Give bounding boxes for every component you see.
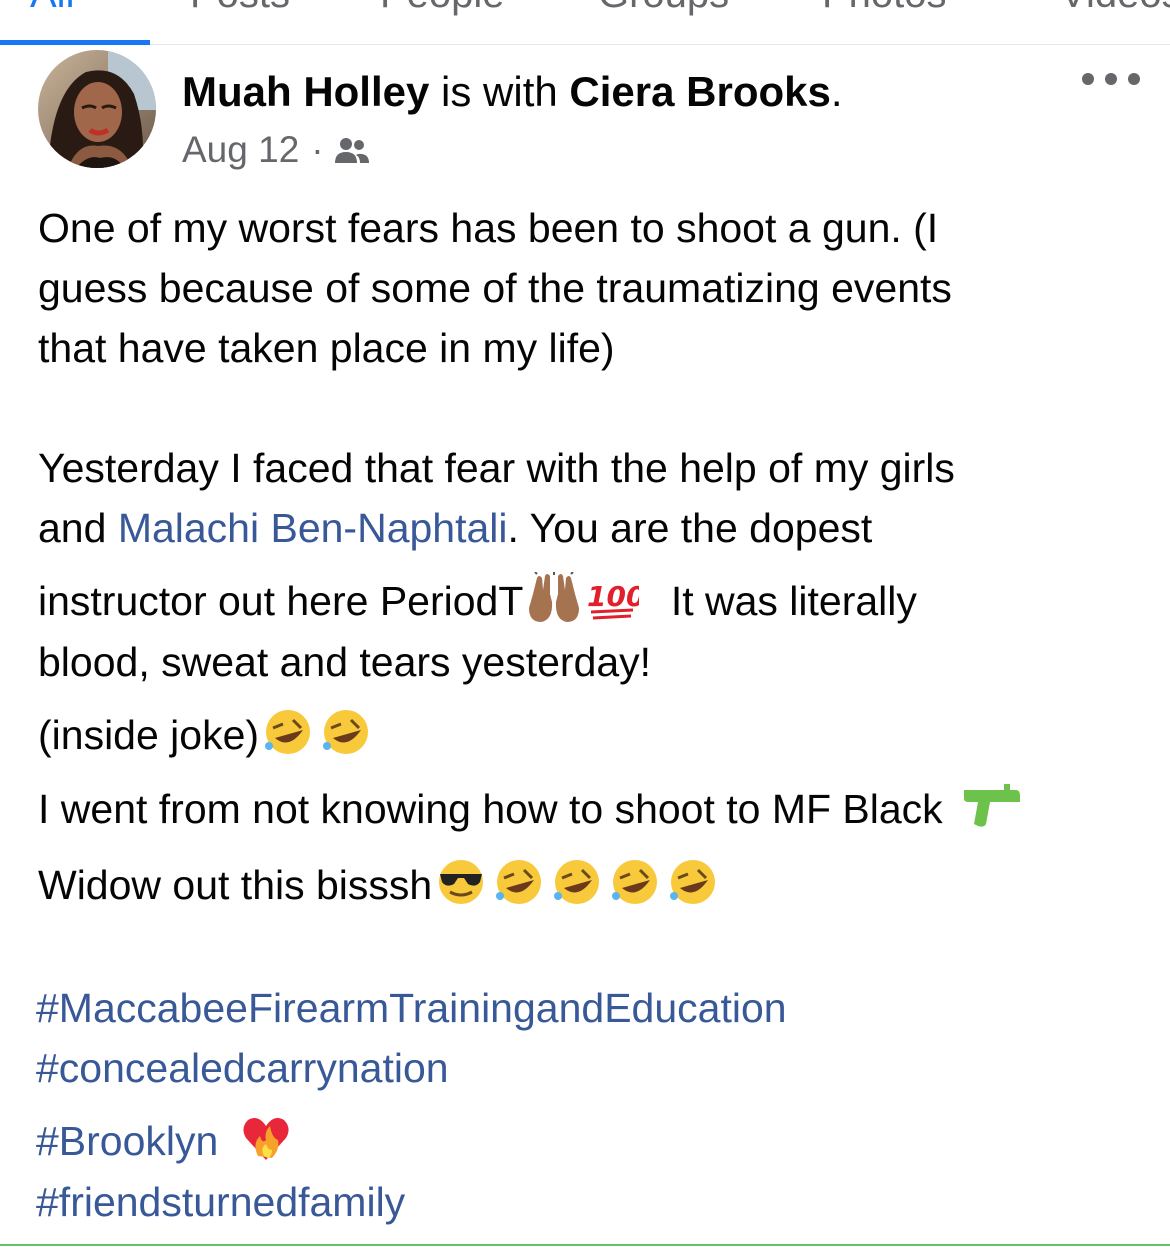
hashtag-line: #Brooklyn xyxy=(36,1110,294,1178)
text-fragment: Widow out this bisssh xyxy=(38,861,433,908)
post-text-line: One of my worst fears has been to shoot … xyxy=(38,205,939,251)
text-fragment: . You are the dopest xyxy=(507,505,873,551)
tab-photos[interactable]: Photos xyxy=(822,0,947,44)
post-meta: Aug 12 · xyxy=(182,126,370,174)
post-author-line: Muah Holley is with Ciera Brooks. xyxy=(182,66,843,118)
water-pistol-emoji-icon xyxy=(960,782,1022,842)
tab-all[interactable]: All xyxy=(30,0,74,44)
rofl-emoji-icon xyxy=(259,706,317,770)
text-fragment: instructor out here PeriodT xyxy=(38,577,524,624)
meta-separator: · xyxy=(311,129,324,170)
post-text-line: Yesterday I faced that fear with the hel… xyxy=(38,445,955,491)
with-text: is with xyxy=(429,68,570,115)
friends-icon xyxy=(334,135,370,165)
text-fragment: It was literally xyxy=(670,577,917,624)
hashtag-link[interactable]: #MaccabeeFirearmTrainingandEducation xyxy=(36,982,787,1034)
post-text-line: I went from not knowing how to shoot to … xyxy=(38,782,1022,842)
avatar[interactable] xyxy=(38,50,156,168)
tab-videos[interactable]: Videos xyxy=(1060,0,1170,44)
svg-text:100: 100 xyxy=(587,580,639,613)
more-dot-icon xyxy=(1105,73,1117,85)
sunglasses-emoji-icon xyxy=(432,856,490,920)
text-fragment: I went from not knowing how to shoot to … xyxy=(38,785,943,832)
heart-on-fire-emoji-icon xyxy=(238,1110,294,1178)
post-date[interactable]: Aug 12 xyxy=(182,126,299,174)
active-tab-indicator xyxy=(0,40,150,45)
rofl-emoji-icon xyxy=(548,856,606,920)
rofl-emoji-icon xyxy=(490,856,548,920)
rofl-emoji-icon xyxy=(664,856,722,920)
more-dot-icon xyxy=(1128,73,1140,85)
more-options-button[interactable] xyxy=(1082,62,1140,96)
raising-hands-emoji-icon xyxy=(523,571,585,636)
hashtag-link[interactable]: #concealedcarrynation xyxy=(36,1042,449,1094)
hashtag-link[interactable]: #friendsturnedfamily xyxy=(36,1176,405,1228)
post-text-line: (inside joke) xyxy=(38,706,375,770)
post-text-line: and Malachi Ben-Naphtali. You are the do… xyxy=(38,502,872,554)
rofl-emoji-icon xyxy=(317,706,375,770)
author-name[interactable]: Muah Holley xyxy=(182,68,429,115)
tab-posts[interactable]: Posts xyxy=(190,0,290,44)
post-text-line: Widow out this bisssh xyxy=(38,856,722,920)
post-text-line: guess because of some of the traumatizin… xyxy=(38,265,952,311)
post-text-line: that have taken place in my life) xyxy=(38,325,615,371)
tagged-person[interactable]: Ciera Brooks xyxy=(569,68,830,115)
tab-groups[interactable]: Groups xyxy=(598,0,729,44)
search-tabs: All Posts People Groups Photos Videos xyxy=(0,0,1170,45)
post-text-line: instructor out here PeriodT 100 It was l… xyxy=(38,571,917,636)
post-text-line: blood, sweat and tears yesterday! xyxy=(38,639,652,685)
post-bottom-divider xyxy=(0,1244,1170,1246)
rofl-emoji-icon xyxy=(606,856,664,920)
tab-people[interactable]: People xyxy=(380,0,505,44)
more-dot-icon xyxy=(1082,73,1094,85)
mention-link[interactable]: Malachi Ben-Naphtali xyxy=(118,505,508,551)
author-line-period: . xyxy=(830,68,843,115)
hashtag-link[interactable]: #Brooklyn xyxy=(36,1118,218,1164)
text-fragment: (inside joke) xyxy=(38,711,260,758)
text-fragment: and xyxy=(38,505,118,551)
hundred-points-emoji-icon: 100 xyxy=(585,572,646,636)
